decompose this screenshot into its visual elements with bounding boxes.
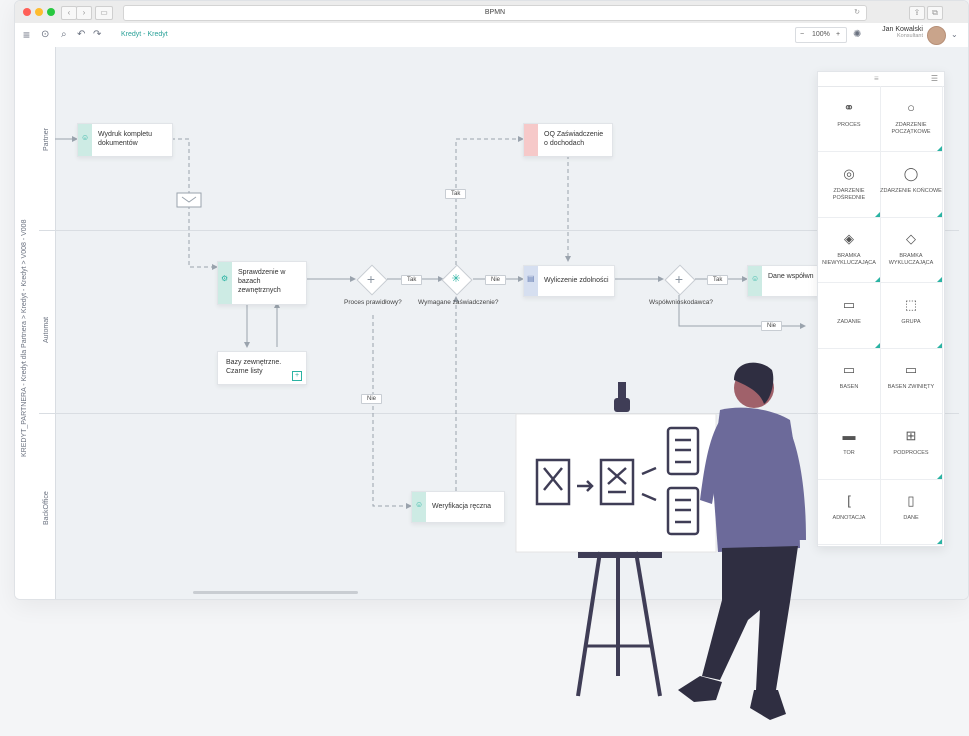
easel-illustration: [515, 382, 717, 697]
illustration: [515, 362, 806, 720]
